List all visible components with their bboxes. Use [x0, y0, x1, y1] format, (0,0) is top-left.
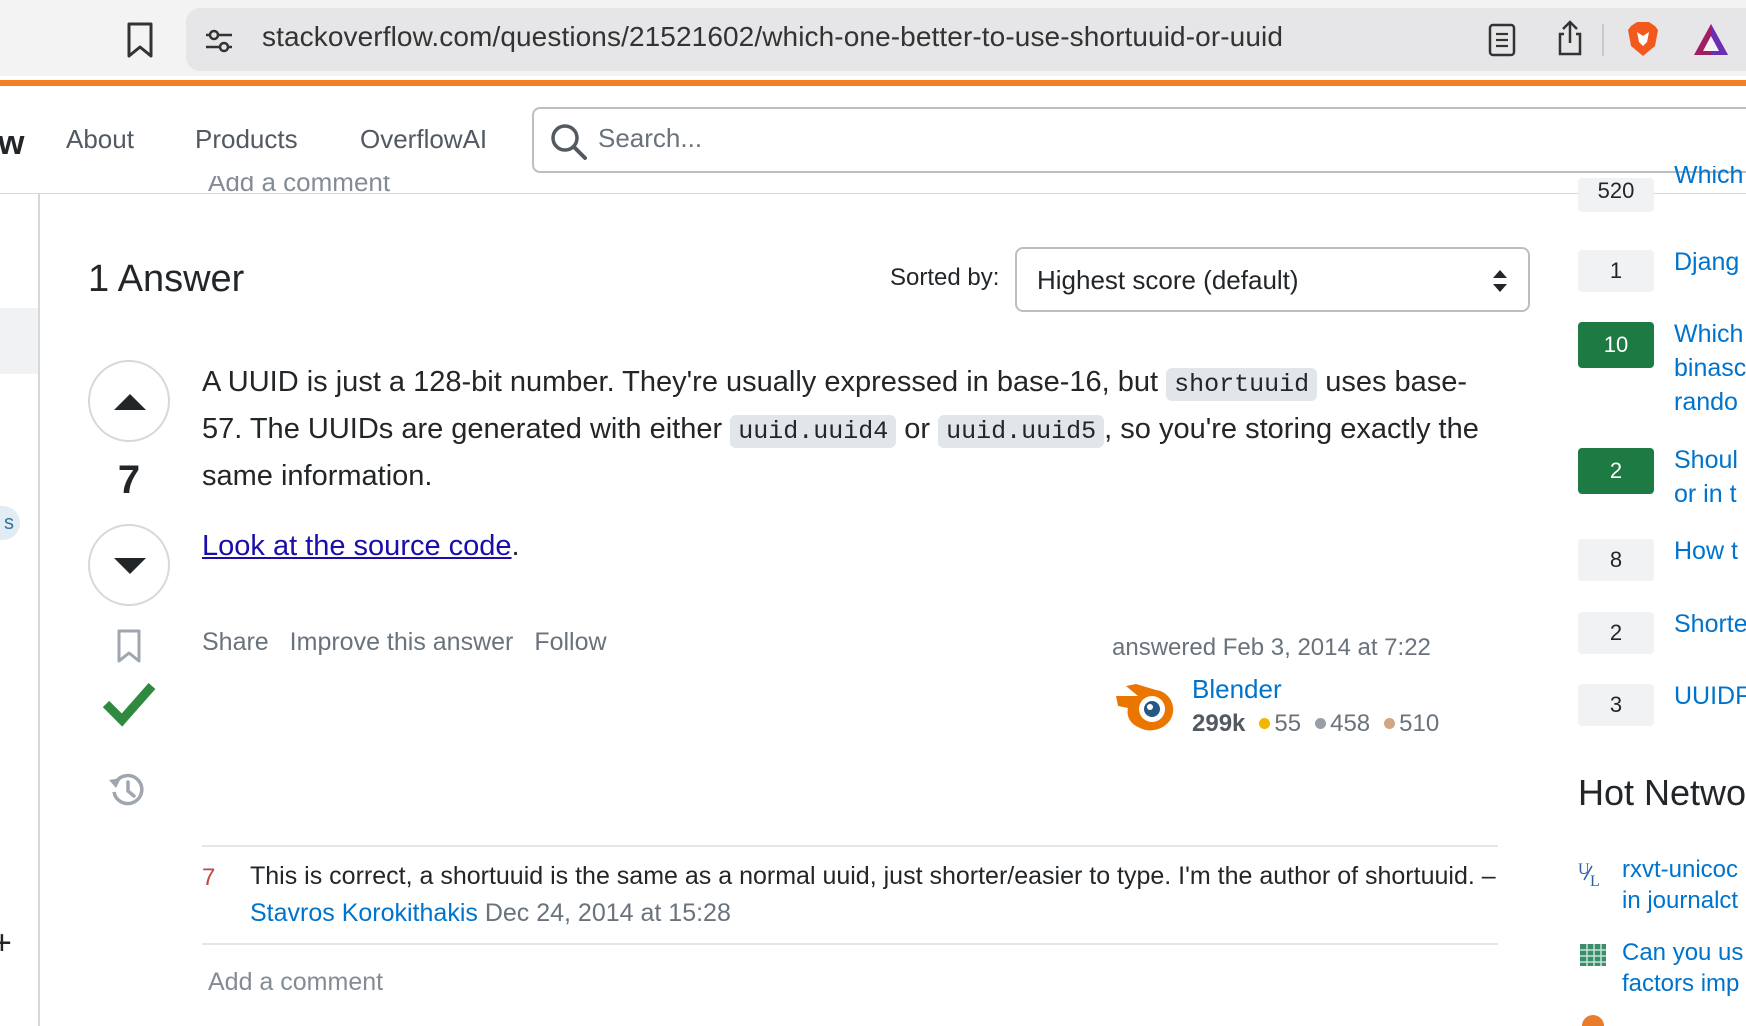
linked-question-link[interactable]: Djang — [1674, 245, 1739, 279]
gold-badge-icon — [1259, 717, 1271, 729]
linked-question-title-line: Which — [1674, 320, 1744, 348]
sort-select[interactable]: Highest score (default) — [1015, 247, 1530, 312]
linked-question-title-line: rando — [1674, 388, 1738, 416]
linked-question-score: 1 — [1578, 250, 1654, 292]
linked-question-link[interactable]: Shoul or in t — [1674, 443, 1738, 511]
left-nav-badge[interactable]: s — [0, 506, 20, 540]
previous-add-comment-link[interactable]: Add a comment — [208, 176, 390, 194]
follow-link[interactable]: Follow — [534, 628, 606, 656]
search-box[interactable] — [532, 107, 1746, 173]
unix-linux-site-icon: U L — [1578, 861, 1600, 888]
linked-question-title-line: binasc — [1674, 354, 1746, 382]
downvote-button[interactable] — [88, 524, 170, 606]
sort-selected-value: Highest score (default) — [1037, 265, 1299, 295]
inline-code: shortuuid — [1166, 368, 1318, 401]
hot-network-question-link[interactable]: Can you us factors imp — [1622, 937, 1743, 999]
comment-body: This is correct, a shortuuid is the same… — [250, 858, 1500, 932]
inline-code: uuid.uuid4 — [730, 415, 897, 448]
linked-question-link[interactable]: How t — [1674, 534, 1738, 568]
nav-about[interactable]: About — [66, 124, 134, 155]
linked-question-title-line: or in t — [1674, 480, 1737, 508]
comment-score: 7 — [202, 864, 216, 891]
browser-toolbar: stackoverflow.com/questions/21521602/whi… — [0, 0, 1746, 76]
add-comment-link[interactable]: Add a comment — [208, 968, 383, 997]
share-link[interactable]: Share — [202, 628, 269, 656]
linked-question-score-accepted: 10 — [1578, 322, 1654, 368]
linked-question-link[interactable]: UUIDF — [1674, 679, 1746, 713]
svg-text:U: U — [1578, 861, 1590, 878]
comment-user-link[interactable]: Stavros Korokithakis — [250, 899, 478, 927]
upvote-arrow-icon — [114, 394, 146, 410]
hot-question-line: factors imp — [1622, 970, 1740, 997]
brave-shields-icon[interactable] — [1625, 20, 1661, 58]
left-nav-active-item[interactable] — [0, 308, 38, 374]
answer-body: A UUID is just a 128-bit number. They're… — [202, 360, 1502, 499]
comments-divider — [202, 845, 1498, 847]
answer-text: A UUID is just a 128-bit number. They're… — [202, 366, 1167, 398]
linked-question-link[interactable]: Which binasc rando — [1674, 317, 1746, 419]
comment-date[interactable]: Dec 24, 2014 at 15:28 — [485, 899, 731, 927]
inline-code: uuid.uuid5 — [938, 415, 1105, 448]
gold-badge-count: 55 — [1274, 710, 1302, 737]
link-suffix: . — [511, 530, 520, 562]
bookmark-page-icon[interactable] — [122, 20, 158, 60]
sort-label: Sorted by: — [890, 264, 1000, 291]
accepted-answer-check-icon — [102, 683, 156, 727]
improve-answer-link[interactable]: Improve this answer — [290, 628, 514, 656]
url-text[interactable]: stackoverflow.com/questions/21521602/whi… — [262, 21, 1283, 53]
nav-overflowai[interactable]: OverflowAI — [360, 124, 487, 155]
comments-divider — [202, 943, 1498, 945]
nav-products[interactable]: Products — [195, 124, 298, 155]
upvote-button[interactable] — [88, 360, 170, 442]
share-icon[interactable] — [1554, 18, 1586, 58]
site-settings-icon[interactable] — [204, 26, 234, 56]
puzzling-site-icon — [1580, 944, 1606, 966]
answer-link-paragraph: Look at the source code. — [202, 530, 520, 563]
bronze-badge-count: 510 — [1399, 710, 1440, 737]
linked-question-score: 520 — [1578, 178, 1654, 212]
next-site-icon — [1582, 1015, 1604, 1026]
linked-question-link[interactable]: Which — [1674, 166, 1743, 192]
hot-network-heading: Hot Netwo — [1578, 772, 1746, 813]
toolbar-separator — [1602, 24, 1604, 56]
answers-count-heading: 1 Answer — [88, 258, 245, 300]
search-input[interactable] — [598, 123, 1198, 154]
hot-question-line: Can you us — [1622, 939, 1744, 966]
vote-count: 7 — [117, 458, 141, 502]
brave-rewards-icon[interactable] — [1692, 22, 1730, 58]
source-code-link[interactable]: Look at the source code — [202, 530, 512, 562]
linked-question-score: 3 — [1578, 684, 1654, 726]
reputation-score: 299k — [1192, 710, 1246, 737]
save-answer-icon[interactable] — [114, 628, 144, 664]
select-arrows-icon — [1493, 270, 1507, 292]
left-sidebar-border — [38, 194, 40, 1026]
silver-badge-icon — [1315, 717, 1327, 729]
user-avatar[interactable] — [1112, 676, 1178, 734]
downvote-arrow-icon — [114, 558, 146, 574]
reader-mode-icon[interactable] — [1486, 22, 1518, 58]
svg-text:L: L — [1590, 873, 1600, 888]
answer-text: or — [896, 413, 939, 445]
silver-badge-count: 458 — [1330, 710, 1371, 737]
user-reputation: 299k 55 458 510 — [1192, 710, 1439, 738]
linked-question-link[interactable]: Shorte — [1674, 607, 1746, 641]
left-nav-plus-icon[interactable]: + — [0, 924, 12, 963]
search-icon — [551, 124, 587, 160]
comment-text: This is correct, a shortuuid is the same… — [250, 862, 1496, 890]
answered-timestamp[interactable]: answered Feb 3, 2014 at 7:22 — [1112, 634, 1431, 662]
linked-question-score-accepted: 2 — [1578, 448, 1654, 494]
revision-history-icon[interactable] — [106, 770, 148, 810]
user-name-link[interactable]: Blender — [1192, 674, 1282, 705]
bronze-badge-icon — [1384, 717, 1396, 729]
hot-question-line: in journalct — [1622, 887, 1739, 914]
linked-question-title-line: Shoul — [1674, 446, 1738, 474]
linked-question-score: 2 — [1578, 612, 1654, 654]
hot-network-question-link[interactable]: rxvt-unicoc in journalct — [1622, 854, 1738, 916]
site-logo-fragment[interactable]: w — [0, 124, 24, 163]
post-menu: Share Improve this answer Follow — [202, 628, 621, 657]
hot-question-line: rxvt-unicoc — [1622, 856, 1739, 883]
linked-question-score: 8 — [1578, 539, 1654, 581]
